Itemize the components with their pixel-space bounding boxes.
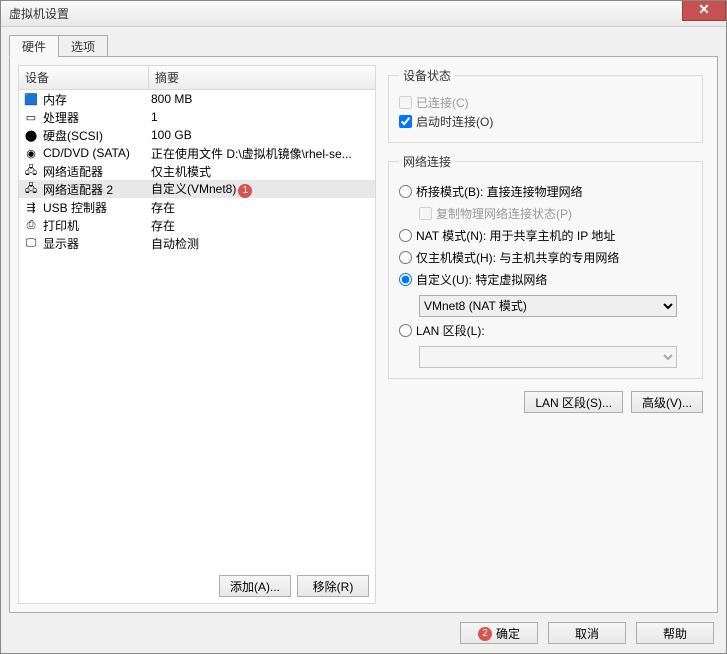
device-name: 处理器 [43, 109, 151, 126]
replicate-checkbox [419, 207, 432, 220]
device-row[interactable]: 🖧网络适配器仅主机模式 [19, 162, 375, 180]
device-name: 内存 [43, 91, 151, 108]
device-list[interactable]: 🟦内存800 MB▭处理器1⬤硬盘(SCSI)100 GB◉CD/DVD (SA… [19, 90, 375, 569]
cancel-button[interactable]: 取消 [548, 622, 626, 644]
device-name: 网络适配器 2 [43, 181, 151, 198]
device-row[interactable]: ⬤硬盘(SCSI)100 GB [19, 126, 375, 144]
add-device-button[interactable]: 添加(A)... [219, 575, 291, 597]
radio-lan-row[interactable]: LAN 区段(L): [399, 322, 692, 339]
radio-bridged[interactable] [399, 185, 412, 198]
device-icon: 🖧 [23, 163, 39, 179]
radio-bridged-row[interactable]: 桥接模式(B): 直接连接物理网络 [399, 183, 692, 200]
remove-device-button[interactable]: 移除(R) [297, 575, 369, 597]
replicate-checkbox-row: 复制物理网络连接状态(P) [419, 205, 692, 222]
window-title: 虚拟机设置 [5, 5, 69, 22]
device-summary: 正在使用文件 D:\虚拟机镜像\rhel-se... [151, 145, 373, 162]
device-icon: ◉ [23, 145, 39, 161]
device-icon: 🟦 [23, 91, 39, 107]
radio-nat-row[interactable]: NAT 模式(N): 用于共享主机的 IP 地址 [399, 227, 692, 244]
device-summary: 仅主机模式 [151, 163, 373, 180]
tab-hardware[interactable]: 硬件 [9, 35, 59, 57]
tab-strip: 硬件 选项 [9, 35, 718, 57]
network-connection-group: 网络连接 桥接模式(B): 直接连接物理网络 复制物理网络连接状态(P) NAT… [388, 153, 703, 379]
device-icon: ▭ [23, 109, 39, 125]
connect-poweron-label: 启动时连接(O) [416, 113, 493, 130]
lan-segments-button[interactable]: LAN 区段(S)... [524, 391, 623, 413]
radio-nat-label: NAT 模式(N): 用于共享主机的 IP 地址 [416, 227, 615, 244]
device-summary: 800 MB [151, 92, 373, 106]
device-row[interactable]: 🟦内存800 MB [19, 90, 375, 108]
ok-button[interactable]: 2 确定 [460, 622, 538, 644]
radio-lan[interactable] [399, 324, 412, 337]
device-row[interactable]: 🖧网络适配器 2自定义(VMnet8)1 [19, 180, 375, 198]
lan-segment-select [419, 346, 677, 368]
device-list-panel: 设备 摘要 🟦内存800 MB▭处理器1⬤硬盘(SCSI)100 GB◉CD/D… [18, 65, 376, 604]
device-row[interactable]: 🖵显示器自动检测 [19, 234, 375, 252]
radio-hostonly[interactable] [399, 251, 412, 264]
device-name: 网络适配器 [43, 163, 151, 180]
connected-label: 已连接(C) [416, 94, 469, 111]
network-connection-legend: 网络连接 [399, 153, 455, 170]
connect-poweron-checkbox-row[interactable]: 启动时连接(O) [399, 113, 692, 130]
device-row[interactable]: ▭处理器1 [19, 108, 375, 126]
radio-hostonly-row[interactable]: 仅主机模式(H): 与主机共享的专用网络 [399, 249, 692, 266]
device-row[interactable]: ⎙打印机存在 [19, 216, 375, 234]
radio-custom-label: 自定义(U): 特定虚拟网络 [416, 271, 547, 288]
radio-nat[interactable] [399, 229, 412, 242]
device-name: 显示器 [43, 235, 151, 252]
connected-checkbox-row: 已连接(C) [399, 94, 692, 111]
dialog-footer: 2 确定 取消 帮助 [1, 613, 726, 653]
device-row[interactable]: ⇶USB 控制器存在 [19, 198, 375, 216]
close-button[interactable] [682, 1, 726, 21]
device-name: 硬盘(SCSI) [43, 127, 151, 144]
device-name: USB 控制器 [43, 199, 151, 216]
device-list-header: 设备 摘要 [19, 66, 375, 90]
radio-hostonly-label: 仅主机模式(H): 与主机共享的专用网络 [416, 249, 619, 266]
ok-label: 确定 [496, 627, 520, 641]
custom-network-select[interactable]: VMnet8 (NAT 模式) [419, 295, 677, 317]
col-device[interactable]: 设备 [19, 66, 149, 89]
replicate-label: 复制物理网络连接状态(P) [436, 205, 572, 222]
col-summary[interactable]: 摘要 [149, 66, 375, 89]
radio-lan-label: LAN 区段(L): [416, 322, 485, 339]
device-summary: 自动检测 [151, 235, 373, 252]
connect-poweron-checkbox[interactable] [399, 115, 412, 128]
device-summary: 100 GB [151, 128, 373, 142]
device-status-group: 设备状态 已连接(C) 启动时连接(O) [388, 67, 703, 143]
vm-settings-window: 虚拟机设置 硬件 选项 设备 摘要 🟦内存800 MB▭处理器1⬤硬盘(SCSI… [0, 0, 727, 654]
radio-custom[interactable] [399, 273, 412, 286]
tab-panel-hardware: 设备 摘要 🟦内存800 MB▭处理器1⬤硬盘(SCSI)100 GB◉CD/D… [9, 56, 718, 613]
radio-custom-row[interactable]: 自定义(U): 特定虚拟网络 [399, 271, 692, 288]
advanced-button[interactable]: 高级(V)... [631, 391, 703, 413]
device-summary: 存在 [151, 217, 373, 234]
help-button[interactable]: 帮助 [636, 622, 714, 644]
device-icon: ⬤ [23, 127, 39, 143]
annotation-badge-1: 1 [238, 184, 252, 198]
device-status-legend: 设备状态 [399, 67, 455, 84]
device-icon: ⇶ [23, 199, 39, 215]
device-row[interactable]: ◉ CD/DVD (SATA)正在使用文件 D:\虚拟机镜像\rhel-se... [19, 144, 375, 162]
device-summary: 自定义(VMnet8)1 [151, 180, 373, 198]
titlebar: 虚拟机设置 [1, 1, 726, 27]
device-icon: 🖵 [23, 235, 39, 251]
device-icon: ⎙ [23, 217, 39, 233]
connected-checkbox [399, 96, 412, 109]
device-icon: 🖧 [23, 181, 39, 197]
tab-options[interactable]: 选项 [58, 35, 108, 57]
radio-bridged-label: 桥接模式(B): 直接连接物理网络 [416, 183, 583, 200]
device-settings-panel: 设备状态 已连接(C) 启动时连接(O) 网络连接 桥接模式(B): 直接连接物 [376, 65, 709, 604]
device-name: 打印机 [43, 217, 151, 234]
device-summary: 存在 [151, 199, 373, 216]
annotation-badge-2: 2 [478, 627, 492, 641]
device-summary: 1 [151, 110, 373, 124]
device-name: CD/DVD (SATA) [43, 146, 151, 160]
